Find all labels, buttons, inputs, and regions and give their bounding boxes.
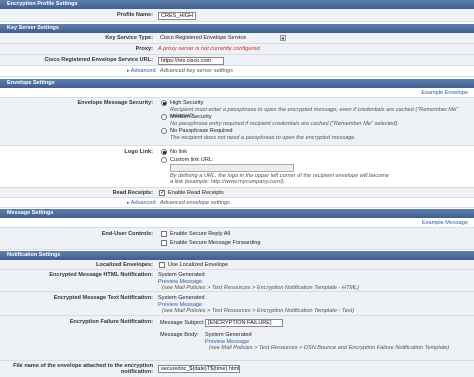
read-receipts-row: Read Receipts: Enable Read Receipts [0,188,474,198]
key-service-type-row: Key Service Type: Cisco Registered Envel… [0,33,474,44]
logo-note-line2: a link (example: http://www.mycompany.co… [170,179,285,185]
message-subject-input[interactable]: [ENCRYPTION FAILURE] [205,318,283,327]
envelope-settings-header: Envelope Settings [0,79,474,88]
secure-reply-all-label: Enable Secure Reply All [170,231,231,237]
envelope-url-input[interactable]: https://res.cisco.com [158,56,224,65]
logo-link-label: Logo Link: [124,149,153,155]
proxy-value: A proxy server is not currently configur… [158,46,262,52]
read-receipts-label: Read Receipts: [112,190,153,196]
message-settings-header: Message Settings [0,209,474,218]
key-server-advanced-toggle[interactable]: ▸ Advanced [127,68,156,74]
localized-envelopes-label: Localized Envelopes: [96,262,153,268]
logo-link-row: Logo Link: No link Custom link URL: By d… [0,146,474,188]
envelope-url-label: Cisco Registered Envelope Service URL: [44,57,154,63]
text-notification-value: System Generated [158,295,205,301]
key-server-advanced-row: ▸ Advanced Advanced key server settings [0,66,474,77]
envelope-advanced-desc: Advanced envelope settings [160,200,230,206]
html-notification-row: Encrypted Message HTML Notification: Sys… [0,270,474,292]
key-server-header: Key Server Settings [0,24,474,33]
logo-no-link-label: No link [170,149,188,155]
end-user-controls-label: End-User Controls: [101,231,153,237]
html-notification-path: (see Mail Policies > Text Resources > En… [162,285,359,291]
medium-security-desc: No passphrase entry required if recipien… [170,121,399,127]
read-receipts-value: Enable Read Receipts [168,190,224,196]
envelope-filename-label-2: notification: [120,369,153,375]
logo-custom-radio[interactable] [161,157,167,163]
localized-envelope-checkbox[interactable] [159,261,165,268]
logo-custom-label: Custom link URL: [170,157,214,163]
chevron-right-icon: ▸ [127,68,130,74]
failure-notification-label: Encryption Failure Notification: [69,319,153,325]
proxy-label: Proxy: [135,46,153,52]
medium-security-radio[interactable] [161,114,167,120]
high-security-radio[interactable] [161,100,167,106]
profile-name-input[interactable]: CRES_HIGH [158,11,196,20]
key-service-type-select[interactable]: Cisco Registered Envelope Service ▾ [158,35,288,43]
proxy-row: Proxy: A proxy server is not currently c… [0,44,474,55]
message-body-path: (see Mail Policies > Text Resources > DS… [209,345,450,351]
no-passphrase-label: No Passphrase Required [170,128,233,134]
localized-envelopes-row: Localized Envelopes: Use Localized Envel… [0,260,474,270]
localized-envelope-value: Use Localized Envelope [168,262,229,268]
key-service-type-label: Key Service Type: [105,35,153,41]
profile-name-label: Profile Name: [116,12,153,18]
example-envelope-row: Example Envelope [0,88,474,98]
envelope-advanced-row: ▸ Advanced Advanced envelope settings [0,198,474,208]
message-subject-label: Message Subject: [160,320,205,326]
logo-custom-url-input[interactable] [170,164,294,172]
example-envelope-link[interactable]: Example Envelope [421,90,468,96]
envelope-security-row: Envelope Message Security: High Security… [0,98,474,146]
html-notification-value: System Generated [158,272,205,278]
envelope-advanced-toggle[interactable]: ▸ Advanced [127,200,156,206]
secure-forwarding-label: Enable Secure Message Forwarding [170,240,261,246]
logo-no-link-radio[interactable] [161,149,167,155]
chevron-down-icon: ▾ [280,35,286,41]
key-server-advanced-desc: Advanced key server settings [160,68,234,74]
high-security-desc: Recipient must enter a passphrase to ope… [170,107,459,119]
chevron-right-icon: ▸ [127,200,130,206]
message-body-value: System Generated [205,332,252,338]
key-server-advanced-link[interactable]: Advanced [131,68,156,74]
read-receipts-checkbox[interactable] [159,189,165,196]
secure-reply-all-checkbox[interactable] [161,231,167,237]
example-message-row: Example Message [0,218,474,228]
message-body-label: Message Body: [160,332,199,338]
medium-security-label: Medium Security [170,114,212,120]
text-notification-label: Encrypted Message Text Notification: [53,295,153,301]
envelope-url-row: Cisco Registered Envelope Service URL: h… [0,55,474,66]
secure-forwarding-checkbox[interactable] [161,240,167,246]
profile-name-row: Profile Name: CRES_HIGH [0,9,474,22]
text-notification-path: (see Mail Policies > Text Resources > En… [162,308,355,314]
example-message-link[interactable]: Example Message [422,220,468,226]
envelope-advanced-link[interactable]: Advanced [131,200,156,206]
no-passphrase-radio[interactable] [161,128,167,134]
notification-settings-header: Notification Settings [0,251,474,260]
no-passphrase-desc: The recipient does not need a passphrase… [170,135,356,141]
envelope-filename-input[interactable]: securedoc_${date}T${time}.html [158,365,240,373]
text-notification-row: Encrypted Message Text Notification: Sys… [0,292,474,316]
html-notification-label: Encrypted Message HTML Notification: [49,272,153,278]
envelope-security-label: Envelope Message Security: [77,100,153,106]
envelope-filename-row: File name of the envelope attached to th… [0,361,474,377]
end-user-controls-row: End-User Controls: Enable Secure Reply A… [0,228,474,250]
high-security-label: High Security [170,100,204,106]
failure-notification-row: Encryption Failure Notification: Message… [0,316,474,361]
encryption-profile-header: Encryption Profile Settings [0,0,474,9]
key-service-type-value: Cisco Registered Envelope Service [160,34,247,41]
